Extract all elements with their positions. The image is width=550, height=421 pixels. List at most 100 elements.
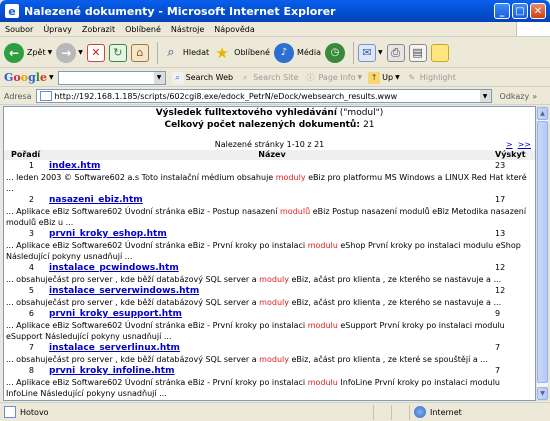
result-link[interactable]: instalace_serverlinux.htm [49,342,495,354]
note-icon [430,43,449,62]
result-count: 12 [495,286,506,295]
result-snippet: ... Aplikace eBiz Software602 Úvodní str… [6,207,527,227]
refresh-button[interactable]: ↻ [108,41,127,65]
result-snippet: ... obsahuječást pro server , kde běží d… [6,275,502,284]
scroll-down-icon[interactable]: ▼ [537,387,548,400]
result-link[interactable]: prvni_kroky_esupport.htm [49,308,495,320]
back-button[interactable]: ← Zpět ▼ [4,41,52,65]
media-button[interactable]: ♪ Média [273,41,321,65]
scroll-up-icon[interactable]: ▲ [537,107,548,120]
discuss-button[interactable] [430,41,449,65]
result-number: 4 [28,263,34,272]
toolbar-separator [156,41,158,64]
history-button[interactable]: ◷ [325,41,345,65]
result-snippet: ... obsahuječást pro server , kde běží d… [6,355,488,364]
stop-button[interactable]: ✕ [86,41,105,65]
result-item: 8 prvni_kroky_infoline.htm 7 ... Aplikace … [4,365,535,399]
favorites-star-icon: ★ [215,43,229,62]
stop-icon: ✕ [86,43,105,62]
pager-links: > >> [501,140,531,150]
result-link[interactable]: prvni_kroky_eshop.htm [49,228,495,240]
vertical-scrollbar[interactable]: ▲ ▼ [536,106,549,401]
result-link[interactable]: nasazeni_ebiz.htm [49,194,495,206]
status-main: Hotovo [0,404,374,420]
up-dropdown-icon[interactable]: ▼ [395,74,400,81]
menu-soubor[interactable]: Soubor [0,25,38,34]
zone-label: Internet [430,407,462,417]
address-input[interactable]: http://192.168.1.185/scripts/602cgi8.exe… [35,89,492,103]
result-number: 6 [28,309,34,318]
result-link[interactable]: instalace_pcwindows.htm [49,262,495,274]
address-dropdown-icon[interactable]: ▼ [479,90,491,102]
result-snippet: ... Aplikace eBiz Software602 Úvodní str… [6,321,505,341]
page-info-button[interactable]: ⓘ Page Info ▼ [304,72,362,84]
menu-upravy[interactable]: Úpravy [38,25,77,34]
search-label: Hledat [182,48,210,57]
result-number: 5 [28,286,34,295]
result-link[interactable]: instalace_serverwindows.htm [49,285,495,297]
menu-oblibene[interactable]: Oblíbené [120,25,166,34]
up-button[interactable]: ↑ Up ▼ [368,71,400,84]
address-bar: Adresa http://192.168.1.185/scripts/602c… [0,88,550,105]
favorites-button[interactable]: ★ Oblíbené [213,41,270,65]
links-toolbar[interactable]: Odkazy » [500,92,538,101]
result-count: 23 [495,161,506,170]
results-title: Výsledek fulltextového vyhledávání [155,108,337,118]
highlight-button[interactable]: ✎ Highlight [406,72,455,84]
google-search-dropdown-icon[interactable]: ▼ [153,71,165,84]
result-count: 9 [495,309,501,318]
search-web-button[interactable]: ⌕ Search Web [171,71,233,84]
menu-napoveda[interactable]: Nápověda [209,25,260,34]
minimize-button[interactable]: _ [494,3,510,19]
pager-label: Nalezené stránky 1-10 z 21 [214,140,325,149]
result-snippet: ... Aplikace eBiz Software602 Úvodní str… [6,378,500,398]
toolbar-separator [353,41,354,64]
status-segment [374,404,392,420]
back-dropdown-icon[interactable]: ▼ [48,49,53,56]
result-link[interactable]: prvni_kroky_infoline.htm [49,365,495,377]
print-button[interactable]: ⎙ [386,41,405,65]
mail-button[interactable]: ✉ ▼ [358,41,383,65]
page-done-icon [4,406,16,418]
status-text: Hotovo [20,407,49,417]
forward-arrow-icon: → [56,42,77,63]
search-web-icon: ⌕ [171,71,184,84]
page-content: Výsledek fulltextového vyhledávání ("mod… [3,106,536,401]
links-label: Odkazy [499,91,530,101]
result-link[interactable]: index.htm [49,160,495,172]
mail-dropdown-icon[interactable]: ▼ [378,49,383,56]
edit-button[interactable]: ▤ [408,41,427,65]
home-button[interactable]: ⌂ [130,41,149,65]
search-site-button[interactable]: ⌕ Search Site [239,72,299,84]
maximize-button[interactable]: □ [512,3,528,19]
pager-last-link[interactable]: >> [518,140,531,149]
search-site-label: Search Site [253,73,299,82]
results-heading: Výsledek fulltextového vyhledávání ("mod… [4,108,535,119]
google-logo[interactable]: Google [4,71,47,84]
links-chevron-icon: » [532,91,538,101]
forward-button[interactable]: → ▼ [56,41,83,65]
close-button[interactable]: ✕ [530,3,546,19]
pager: Nalezené stránky 1-10 z 21 > >> [4,140,535,150]
up-label: Up [382,73,394,82]
result-number: 1 [28,161,34,170]
result-count: 13 [495,229,506,238]
edit-icon: ▤ [408,43,427,62]
back-arrow-icon: ← [4,42,24,63]
menu-nastroje[interactable]: Nástroje [166,25,209,34]
mail-icon: ✉ [358,43,376,62]
home-icon: ⌂ [130,43,149,62]
pager-next-link[interactable]: > [506,140,513,149]
page-info-dropdown-icon: ▼ [357,74,363,81]
google-toolbar: Google ▼ ▼ ⌕ Search Web ⌕ Search Site ⓘ … [0,69,550,87]
google-menu-dropdown-icon[interactable]: ▼ [49,74,54,81]
status-bar: Hotovo Internet [0,402,550,421]
forward-dropdown-icon[interactable]: ▼ [78,49,83,56]
google-search-input[interactable]: ▼ [57,70,166,85]
scrollbar-thumb[interactable] [537,121,548,383]
result-item: 6 prvni_kroky_esupport.htm 9 ... Aplikace … [4,308,535,342]
ie-icon: e [5,4,19,18]
menu-zobrazit[interactable]: Zobrazit [77,25,120,34]
results-total-label: Celkový počet nalezených dokumentů: [164,120,364,130]
search-button[interactable]: ⌕ Hledat [162,41,209,65]
